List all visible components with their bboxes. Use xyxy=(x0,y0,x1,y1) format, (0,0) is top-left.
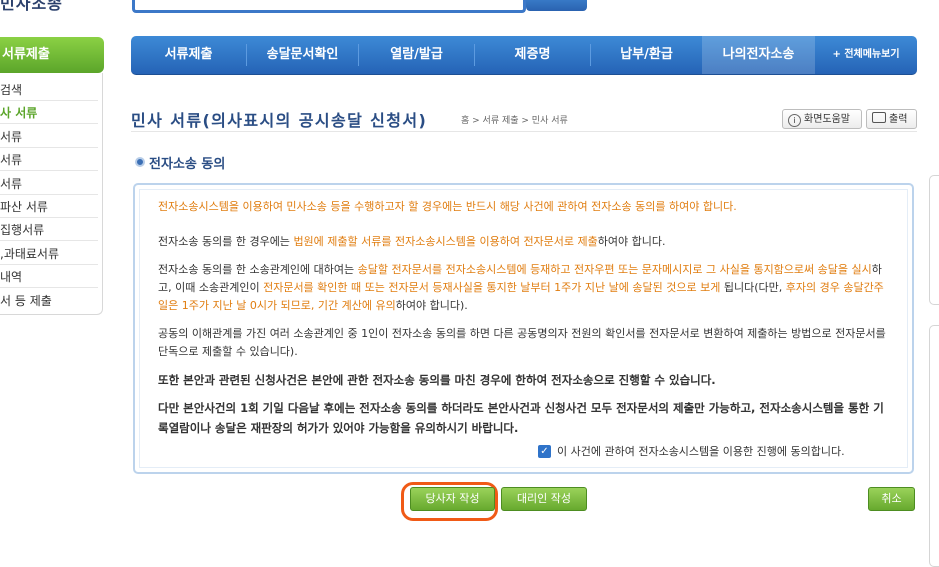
search-input[interactable] xyxy=(132,0,526,13)
main-nav: 서류제출 송달문서확인 열람/발급 제증명 납부/환급 나의전자소송 + 전체메… xyxy=(131,36,917,75)
cancel-button[interactable]: 취소 xyxy=(868,487,915,511)
nav-item-my[interactable]: 나의전자소송 xyxy=(702,36,815,74)
notice-paragraph-6: 다만 본안사건의 1회 기일 다음날 후에는 전자소송 동의를 하더라도 본안사… xyxy=(158,401,884,435)
notice-paragraph-5: 또한 본안과 관련된 신청사건은 본안에 관한 전자소송 동의를 마친 경우에 … xyxy=(158,373,716,387)
sidebar-item-3[interactable]: 서류 xyxy=(0,128,22,145)
page-title: 민사 서류(의사표시의 공시송달 신청서) xyxy=(131,111,428,130)
sidebar-item-bankruptcy[interactable]: 파산 서류 xyxy=(0,198,48,215)
divider xyxy=(0,287,98,288)
print-button-label: 출력 xyxy=(889,114,908,125)
side-panel-frame xyxy=(929,325,939,567)
party-write-button[interactable]: 당사자 작성 xyxy=(410,487,495,511)
text: 하여야 합니다). xyxy=(395,299,468,312)
sidebar-item-4[interactable]: 서류 xyxy=(0,151,22,168)
sidebar-item-execution[interactable]: 집행서류 xyxy=(0,221,44,238)
printer-icon xyxy=(872,112,886,123)
notice-paragraph-2: 전자소송 동의를 한 경우에는 법원에 제출할 서류를 전자소송시스템을 이용하… xyxy=(158,233,893,251)
text-highlight: 법원에 제출할 서류를 전자소송시스템을 이용하여 전자문서로 제출 xyxy=(293,235,598,248)
divider xyxy=(0,147,98,148)
nav-item-certificate[interactable]: 제증명 xyxy=(475,36,590,74)
sidebar-item-history[interactable]: 내역 xyxy=(0,268,22,285)
sidebar-menu: 검색 사 서류 서류 서류 서류 파산 서류 집행서류 ,과태료서류 내역 서 … xyxy=(0,73,103,315)
section-title: 전자소송 동의 xyxy=(149,157,226,172)
sidebar-item-5[interactable]: 서류 xyxy=(0,175,22,192)
site-logo[interactable]: 민사조송 xyxy=(0,0,63,14)
nav-item-delivery[interactable]: 송달문서확인 xyxy=(247,36,358,74)
breadcrumb: 홈 > 서류 제출 > 민사 서류 xyxy=(461,116,568,126)
divider xyxy=(0,240,98,241)
notice-paragraph-3: 전자소송 동의를 한 소송관계인에 대하여는 송달할 전자문서를 전자소송시스템… xyxy=(158,261,893,315)
text: 하여야 합니다. xyxy=(597,235,666,248)
text: 전자소송 동의를 한 경우에는 xyxy=(158,235,294,248)
help-button[interactable]: i 화면도움말 xyxy=(782,109,862,129)
agent-write-button[interactable]: 대리인 작성 xyxy=(501,487,587,511)
text-highlight: 전자문서를 확인한 때 또는 전자문서 등재사실을 통지한 날부터 1주가 지난… xyxy=(263,281,721,294)
notice-paragraph-4: 공동의 이해관계를 가진 여러 소송관계인 중 1인이 전자소송 동의를 하면 … xyxy=(158,327,886,358)
sidebar-title[interactable]: 서류제출 xyxy=(0,37,104,73)
nav-all-menu[interactable]: + 전체메뉴보기 xyxy=(815,36,917,74)
divider xyxy=(0,264,98,265)
bullet-icon xyxy=(135,157,145,167)
nav-item-view[interactable]: 열람/발급 xyxy=(359,36,474,74)
search-button[interactable] xyxy=(526,0,587,11)
divider xyxy=(0,170,98,171)
divider xyxy=(0,217,98,218)
help-button-label: 화면도움말 xyxy=(804,114,850,125)
text: 됩니다(다만, xyxy=(720,281,786,294)
notice-paragraph-1: 전자소송시스템을 이용하여 민사소송 등을 수행하고자 할 경우에는 반드시 해… xyxy=(158,200,737,213)
side-panel-frame xyxy=(929,175,939,305)
nav-item-submit[interactable]: 서류제출 xyxy=(131,36,246,74)
nav-item-payment[interactable]: 납부/환급 xyxy=(591,36,702,74)
sidebar-item-civil[interactable]: 사 서류 xyxy=(0,104,37,121)
divider xyxy=(0,123,98,124)
sidebar-item-search[interactable]: 검색 xyxy=(0,81,22,98)
sidebar-item-fine[interactable]: ,과태료서류 xyxy=(0,245,59,262)
divider xyxy=(131,131,917,132)
agree-label[interactable]: 이 사건에 관하여 전자소송시스템을 이용한 진행에 동의합니다. xyxy=(557,443,845,459)
agree-checkbox[interactable]: ✓ xyxy=(538,445,551,458)
divider xyxy=(0,100,98,101)
text: 전자소송 동의를 한 소송관계인에 대하여는 xyxy=(158,263,358,276)
sidebar-item-submit[interactable]: 서 등 제출 xyxy=(0,292,52,309)
text-highlight: 송달할 전자문서를 전자소송시스템에 등재하고 전자우편 또는 문자메시지로 그… xyxy=(357,263,872,276)
info-icon: i xyxy=(788,114,801,127)
divider xyxy=(0,194,98,195)
print-button[interactable]: 출력 xyxy=(866,109,917,129)
